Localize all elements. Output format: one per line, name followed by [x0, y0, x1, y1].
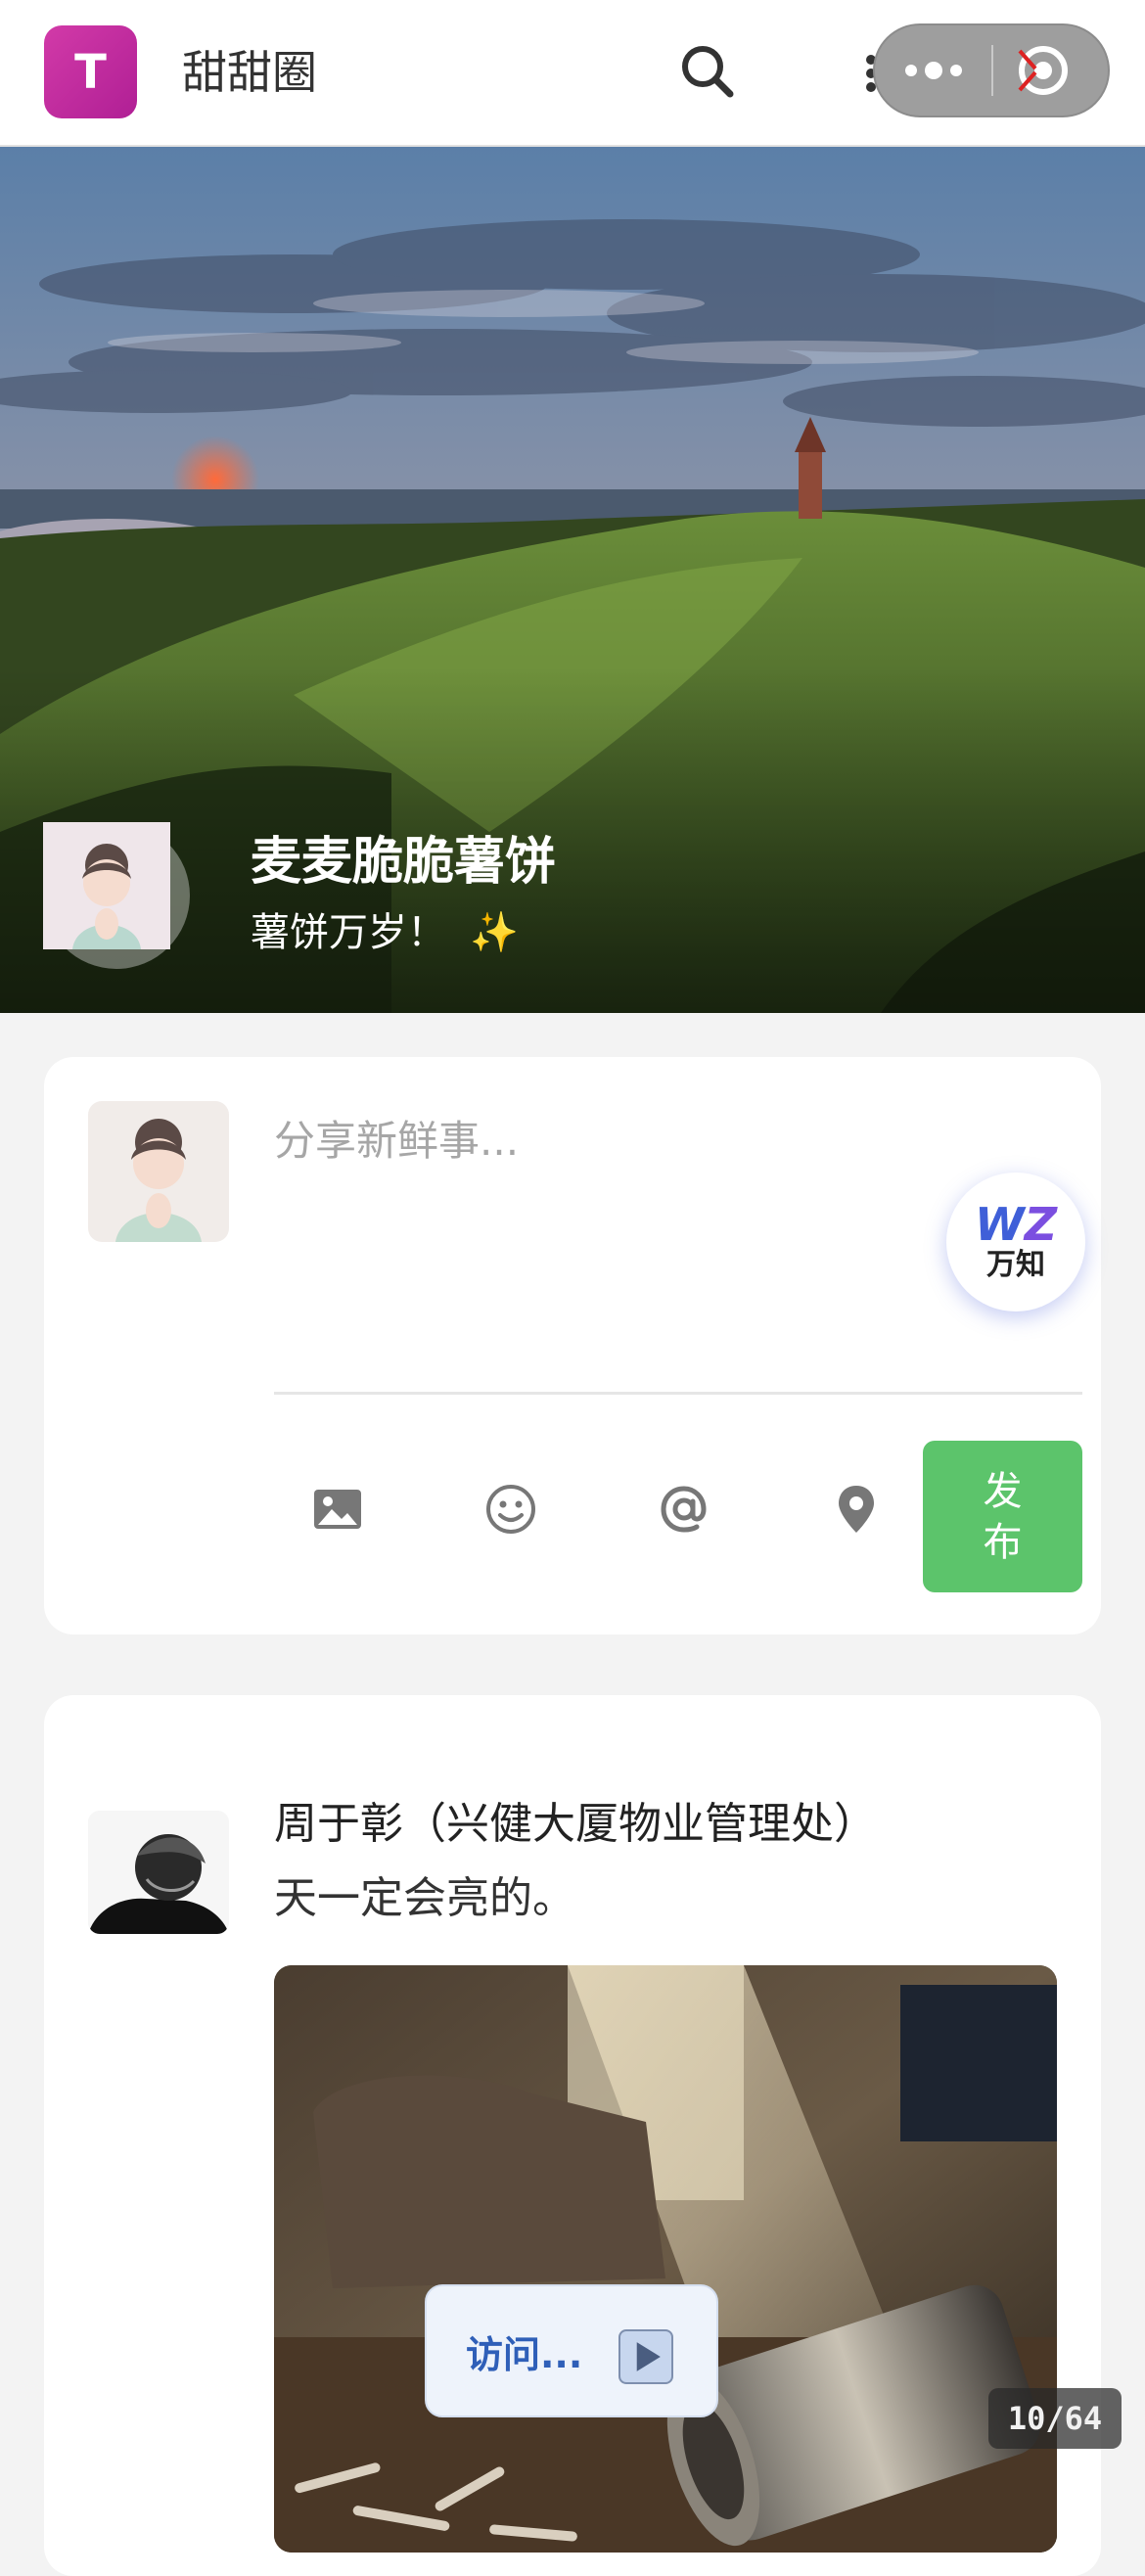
emoji-icon[interactable]: [481, 1480, 540, 1539]
capsule-divider: [991, 45, 993, 96]
post-text: 天一定会亮的。: [274, 1873, 575, 1923]
profile-signature: 薯饼万岁！ ✨: [251, 910, 519, 955]
image-icon[interactable]: [308, 1480, 367, 1539]
profile-cover[interactable]: 麦麦脆脆薯饼 薯饼万岁！ ✨: [0, 147, 1145, 1013]
cover-avatar[interactable]: [43, 822, 190, 969]
location-icon[interactable]: [827, 1480, 886, 1539]
post-image[interactable]: [274, 1965, 1057, 2553]
composer-divider: [274, 1392, 1082, 1395]
post-photo-can: [274, 1965, 1057, 2553]
feed-post-card: 周于彰（兴健大厦物业管理处） 天一定会亮的。: [44, 1695, 1101, 2576]
composer-avatar[interactable]: [88, 1101, 229, 1242]
visit-label: 访问...: [466, 2332, 583, 2376]
app-logo[interactable]: T: [44, 25, 137, 118]
page-counter: 10/64: [988, 2388, 1122, 2449]
post-author-name[interactable]: 周于彰（兴健大厦物业管理处）: [274, 1793, 877, 1856]
visit-floating-button[interactable]: 访问...: [425, 2284, 718, 2417]
more-dots-icon[interactable]: [875, 25, 992, 115]
wanzhi-floating-button[interactable]: WZ 万知: [946, 1173, 1085, 1311]
avatar-girl-image: [88, 1101, 229, 1242]
mention-icon[interactable]: [655, 1480, 713, 1539]
play-icon: [618, 2329, 673, 2384]
wanzhi-logo: WZ: [974, 1198, 1058, 1251]
composer-input[interactable]: 分享新鲜事...: [274, 1108, 519, 1168]
post-composer-card: 分享新鲜事... WZ 万知 发布: [44, 1057, 1101, 1634]
post-author-avatar[interactable]: [88, 1811, 229, 1934]
avatar-sketch-image: [88, 1811, 229, 1934]
profile-name: 麦麦脆脆薯饼: [251, 833, 557, 892]
sparkle-emoji: ✨: [470, 910, 519, 955]
avatar-girl-image: [43, 822, 170, 949]
miniprogram-capsule: [873, 23, 1110, 117]
wanzhi-label: 万知: [986, 1248, 1045, 1282]
publish-button[interactable]: 发布: [923, 1441, 1082, 1592]
close-target-icon[interactable]: [1012, 39, 1075, 102]
top-app-bar: T 甜甜圈: [0, 0, 1145, 147]
search-icon[interactable]: [675, 39, 740, 104]
app-title: 甜甜圈: [182, 46, 317, 99]
